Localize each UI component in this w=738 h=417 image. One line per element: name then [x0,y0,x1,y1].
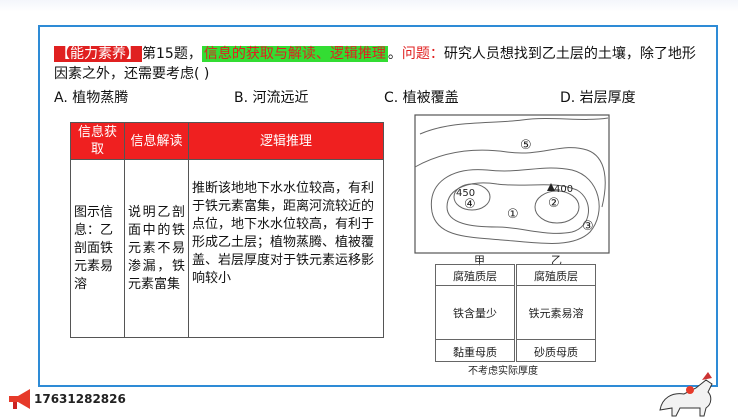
question-sep: 。 [387,46,402,62]
yi-layer-3: 砂质母质 [534,346,578,359]
label-2: ② [548,196,560,211]
top-bar [0,0,738,12]
label-1: ① [507,207,519,222]
contour-map: ⑤ 450 ④ ① 400 ② ③ [414,114,610,254]
label-400: 400 [554,184,573,195]
label-5: ⑤ [520,138,532,153]
question-text: 【能力素养】 第15题， 信息的获取与解读、逻辑推理 。问题：研究人员想找到乙土层的土… [54,44,704,84]
label-4: ④ [464,197,476,212]
yi-layer-1: 腐殖质层 [534,270,578,283]
cell-logic: 推断该地地下水水位较高，有利于铁元素富集，距离河流较近的点位，地下水水位较高，有… [188,159,384,338]
option-b[interactable]: B. 河流远近 [234,87,309,107]
profile-yi: 腐殖质层 铁元素易溶 砂质母质 [516,264,596,362]
option-a[interactable]: A. 植物蒸腾 [54,87,128,107]
question-number: 第15题， [142,46,202,62]
cell-info-interpret: 说明乙剖面中的铁元素不易渗漏，铁元素富集 [124,159,189,338]
jia-layer-1: 腐殖质层 [453,270,497,283]
profile-caption: 不考虑实际厚度 [468,366,538,377]
header-info-get: 信息获取 [70,122,125,160]
cell-info-get: 图示信息：乙剖面铁元素易溶 [70,159,125,338]
question-label: 问题： [401,46,444,62]
jia-layer-3: 黏重母质 [453,346,497,359]
ability-tag: 【能力素养】 [54,46,142,62]
header-logic: 逻辑推理 [188,122,384,160]
option-d[interactable]: D. 岩层厚度 [560,87,636,107]
profile-jia: 腐殖质层 铁含量少 黏重母质 [435,264,515,362]
slide: 【能力素养】 第15题， 信息的获取与解读、逻辑推理 。问题：研究人员想找到乙土层的土… [0,0,738,417]
megaphone-icon [9,389,30,409]
jia-layer-2: 铁含量少 [453,307,497,320]
option-c[interactable]: C. 植被覆盖 [384,87,459,107]
header-info-interpret: 信息解读 [124,122,189,160]
contact-phone: 17631282826 [34,392,126,406]
label-3: ③ [582,219,594,234]
skill-highlight: 信息的获取与解读、逻辑推理 [201,46,388,62]
yi-layer-2: 铁元素易溶 [528,307,584,320]
reasoning-table: 信息获取 信息解读 逻辑推理 图示信息：乙剖面铁元素易溶 说明乙剖面中的铁元素不… [70,122,384,338]
horse-mascot-icon [659,372,713,417]
